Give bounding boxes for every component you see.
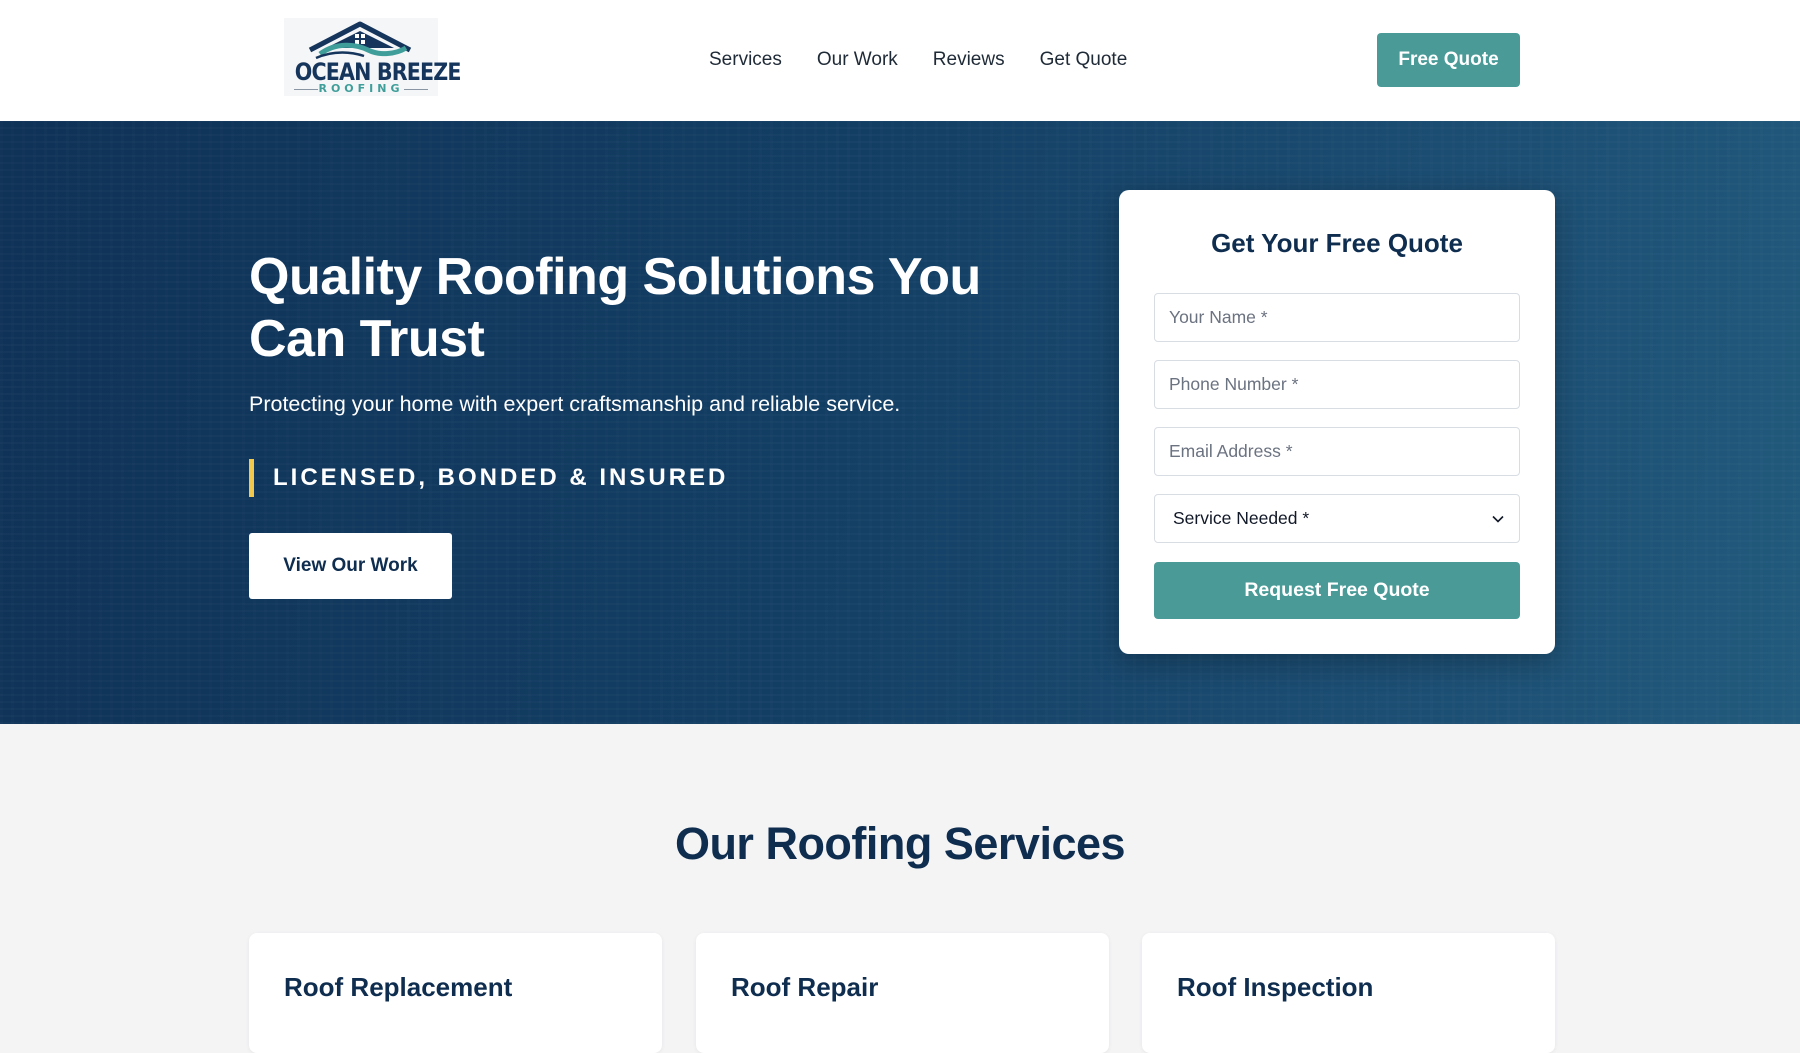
chevron-down-icon: [1492, 515, 1504, 523]
house-roof-wave-icon: [308, 21, 412, 60]
hero-section: Quality Roofing Solutions You Can Trust …: [0, 121, 1800, 724]
free-quote-button[interactable]: Free Quote: [1377, 33, 1520, 87]
phone-input[interactable]: [1154, 360, 1520, 409]
hero-subtitle: Protecting your home with expert craftsm…: [249, 392, 901, 416]
quote-form-card: Get Your Free Quote Service Needed * Req…: [1119, 190, 1555, 654]
service-card-roof-repair[interactable]: Roof Repair: [696, 933, 1109, 1053]
logo-divider-right: [404, 89, 428, 90]
nav-item-reviews[interactable]: Reviews: [933, 49, 1005, 71]
view-our-work-button[interactable]: View Our Work: [249, 533, 452, 599]
hero-title: Quality Roofing Solutions You Can Trust: [249, 248, 981, 368]
service-card-title: Roof Replacement: [284, 972, 513, 1002]
service-card-roof-replacement[interactable]: Roof Replacement: [249, 933, 662, 1053]
service-select[interactable]: Service Needed *: [1154, 494, 1520, 543]
request-free-quote-button[interactable]: Request Free Quote: [1154, 562, 1520, 619]
main-nav: Services Our Work Reviews Get Quote: [709, 49, 1127, 71]
email-input[interactable]: [1154, 427, 1520, 476]
quote-form-title: Get Your Free Quote: [1211, 228, 1463, 258]
nav-item-get-quote[interactable]: Get Quote: [1040, 49, 1128, 71]
nav-item-our-work[interactable]: Our Work: [817, 49, 898, 71]
service-card-title: Roof Inspection: [1177, 972, 1374, 1002]
service-card-title: Roof Repair: [731, 972, 879, 1002]
licensed-badge: LICENSED, BONDED & INSURED: [249, 459, 728, 497]
nav-item-services[interactable]: Services: [709, 49, 782, 71]
services-heading: Our Roofing Services: [674, 818, 1126, 869]
ocean-breeze-logo[interactable]: OCEAN BREEZE ROOFING: [284, 18, 461, 96]
name-input[interactable]: [1154, 293, 1520, 342]
service-card-roof-inspection[interactable]: Roof Inspection: [1142, 933, 1555, 1053]
site-header: OCEAN BREEZE ROOFING Services Our Work R…: [0, 0, 1800, 121]
service-select-value: Service Needed *: [1173, 508, 1310, 528]
